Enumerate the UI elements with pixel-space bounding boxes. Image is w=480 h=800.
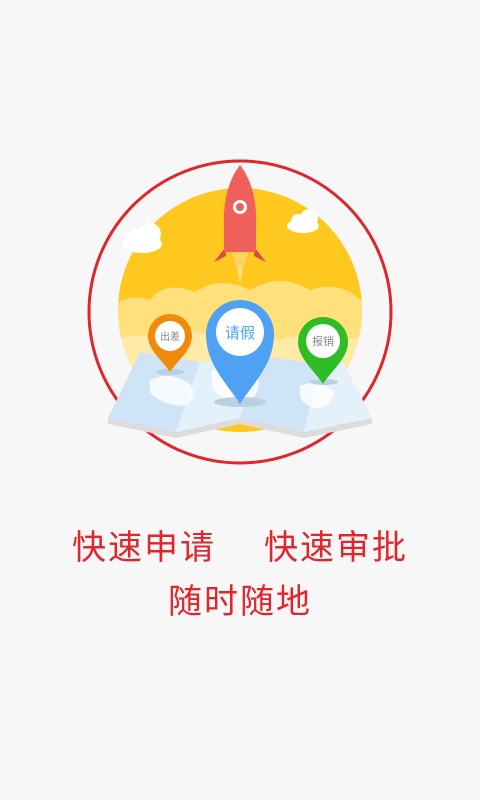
slogan-quick-approve: 快速审批 bbox=[264, 528, 408, 568]
hero-illustration: 出差 请假 报销 bbox=[87, 159, 393, 465]
slogan-line-2: 随时随地 bbox=[0, 574, 480, 623]
pin-business-trip-label: 出差 bbox=[160, 330, 180, 343]
splash-screen: 出差 请假 报销 快速申请 快速审批 随时随地 bbox=[0, 0, 480, 800]
pin-reimbursement-label: 报销 bbox=[312, 334, 334, 348]
pin-leave-label: 请假 bbox=[225, 324, 255, 342]
slogan-quick-apply: 快速申请 bbox=[72, 528, 216, 568]
cloud-left bbox=[122, 223, 162, 253]
slogan-anytime-anywhere: 随时随地 bbox=[168, 582, 312, 622]
slogan-line-1: 快速申请 快速审批 bbox=[0, 520, 480, 569]
